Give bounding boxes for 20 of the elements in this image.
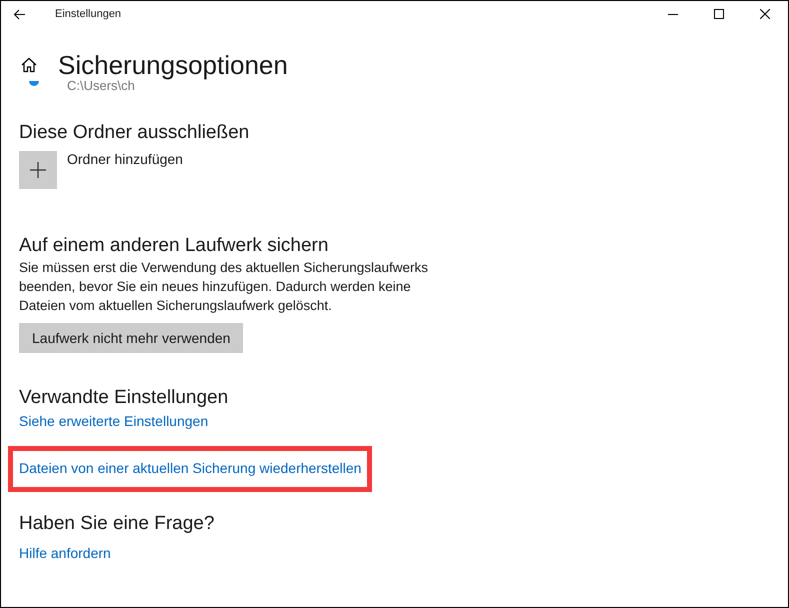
description-text: Sie müssen erst die Verwendung des aktuellen Sicherungslaufwerks beenden, bevor Sie ein neues hinzufügen. Dadurch werden keine Dateien vom aktuellen Sicherungslaufwerk gelöscht. bbox=[19, 259, 429, 315]
section-heading: Verwandte Einstellungen bbox=[19, 386, 230, 410]
add-folder-button[interactable] bbox=[19, 151, 57, 189]
maximize-icon bbox=[714, 9, 724, 19]
section-heading: Haben Sie eine Frage? bbox=[19, 512, 216, 536]
add-folder-label: Ordner hinzufügen bbox=[67, 150, 183, 168]
plus-icon bbox=[30, 162, 46, 178]
window-title: Einstellungen bbox=[55, 6, 122, 22]
section-heading: Auf einem anderen Laufwerk sichern bbox=[19, 234, 330, 258]
home-button[interactable] bbox=[20, 56, 38, 74]
home-icon bbox=[21, 57, 37, 73]
page-title: Sicherungsoptionen bbox=[58, 49, 288, 80]
folder-path: C:\Users\ch bbox=[67, 78, 135, 94]
settings-link[interactable]: Dateien von einer aktuellen Sicherung wiederherstellen bbox=[19, 460, 362, 476]
back-arrow-icon bbox=[12, 8, 26, 20]
settings-link[interactable]: Siehe erweiterte Einstellungen bbox=[19, 413, 208, 429]
close-icon bbox=[760, 9, 770, 19]
stop-using-drive-button[interactable]: Laufwerk nicht mehr verwenden bbox=[19, 323, 244, 353]
help-link[interactable]: Hilfe anfordern bbox=[19, 544, 111, 562]
section-heading: Diese Ordner ausschließen bbox=[19, 121, 250, 145]
